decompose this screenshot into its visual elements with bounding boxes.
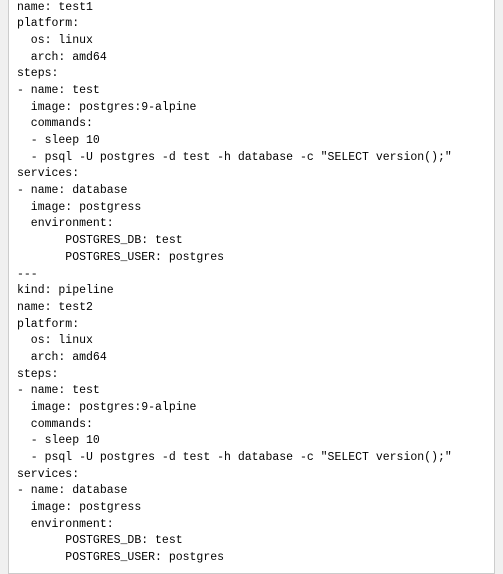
code-line: services:	[17, 467, 486, 484]
code-line: POSTGRES_USER: postgres	[17, 250, 486, 267]
code-line: steps:	[17, 66, 486, 83]
code-line: - sleep 10	[17, 433, 486, 450]
code-line: os: linux	[17, 333, 486, 350]
code-line: kind: pipeline	[17, 283, 486, 300]
code-line: commands:	[17, 116, 486, 133]
code-line: os: linux	[17, 33, 486, 50]
code-line: environment:	[17, 517, 486, 534]
code-line: arch: amd64	[17, 50, 486, 67]
code-line: - psql -U postgres -d test -h database -…	[17, 150, 486, 167]
code-block: ---kind: pipelinename: test1platform: os…	[8, 0, 495, 574]
code-line: name: test1	[17, 0, 486, 16]
code-line: POSTGRES_DB: test	[17, 533, 486, 550]
code-line: name: test2	[17, 300, 486, 317]
code-line: image: postgress	[17, 500, 486, 517]
code-line: platform:	[17, 16, 486, 33]
code-line: services:	[17, 166, 486, 183]
code-line: steps:	[17, 367, 486, 384]
code-line: - name: test	[17, 383, 486, 400]
code-line: platform:	[17, 317, 486, 334]
code-line: image: postgres:9-alpine	[17, 400, 486, 417]
code-line: - psql -U postgres -d test -h database -…	[17, 450, 486, 467]
code-line: image: postgres:9-alpine	[17, 100, 486, 117]
code-line: image: postgress	[17, 200, 486, 217]
code-line: - sleep 10	[17, 133, 486, 150]
code-line: - name: test	[17, 83, 486, 100]
code-line: environment:	[17, 216, 486, 233]
code-line: ---	[17, 267, 486, 284]
code-line: arch: amd64	[17, 350, 486, 367]
code-line: - name: database	[17, 483, 486, 500]
code-line: commands:	[17, 417, 486, 434]
code-line: - name: database	[17, 183, 486, 200]
code-line: POSTGRES_USER: postgres	[17, 550, 486, 567]
code-line: POSTGRES_DB: test	[17, 233, 486, 250]
